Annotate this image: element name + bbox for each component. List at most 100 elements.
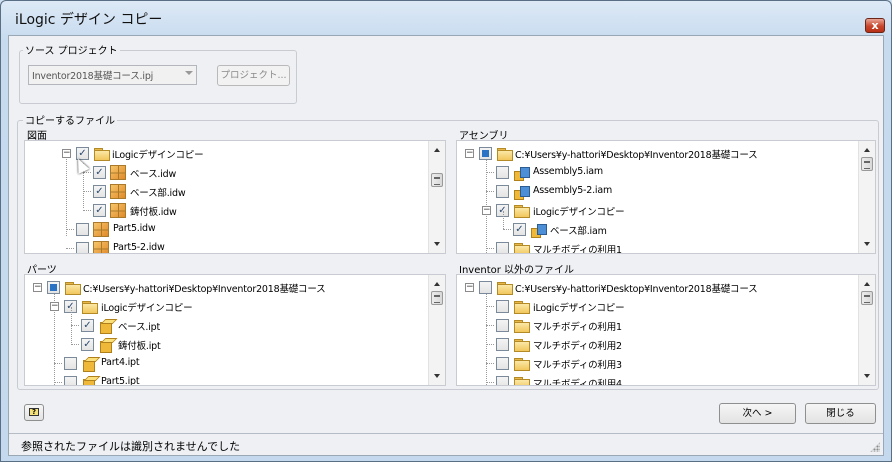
collapse-icon[interactable]: − xyxy=(465,149,474,158)
scroll-up-icon[interactable] xyxy=(434,282,440,286)
row-checkbox[interactable] xyxy=(496,376,509,385)
drawing-file-icon xyxy=(93,241,109,253)
non-inventor-files-tree[interactable]: − C:¥Users¥y-hattori¥Desktop¥Inventor201… xyxy=(456,274,876,386)
collapse-icon[interactable]: − xyxy=(482,206,491,215)
scroll-up-icon[interactable] xyxy=(864,282,870,286)
scroll-thumb[interactable] xyxy=(431,291,443,305)
scroll-up-icon[interactable] xyxy=(864,148,870,152)
part-file-icon xyxy=(98,337,114,353)
row-checkbox[interactable]: ✓ xyxy=(93,185,106,198)
tree-row[interactable]: Assembly5-2.iam xyxy=(457,182,858,201)
collapse-icon[interactable]: − xyxy=(50,302,59,311)
tree-item-label: iLogicデザインコピー xyxy=(112,150,204,161)
tree-row[interactable]: ✓ ベース部.idw xyxy=(25,182,428,201)
vertical-scrollbar[interactable] xyxy=(858,141,875,253)
tree-row[interactable]: − ✓ iLogicデザインコピー xyxy=(25,297,428,316)
tree-item-label: Part5.ipt xyxy=(101,376,140,386)
source-project-combo[interactable]: Inventor2018基礎コース.ipj xyxy=(28,65,197,85)
row-checkbox[interactable]: ✓ xyxy=(81,338,94,351)
folder-icon xyxy=(513,203,530,218)
part-file-icon xyxy=(81,375,97,385)
resize-grip-icon[interactable] xyxy=(870,442,880,452)
status-bar: 参照されたファイルは識別されませんでした xyxy=(9,433,883,455)
scroll-down-icon[interactable] xyxy=(434,374,440,378)
tree-row[interactable]: Part5.ipt xyxy=(25,373,428,386)
tree-row[interactable]: マルチボディの利用1 xyxy=(457,239,858,253)
row-checkbox[interactable] xyxy=(496,319,509,332)
row-checkbox[interactable] xyxy=(496,357,509,370)
scroll-thumb[interactable] xyxy=(431,173,443,187)
scroll-down-icon[interactable] xyxy=(434,242,440,246)
tree-row[interactable]: ✓ 鋳付板.idw xyxy=(25,201,428,220)
scroll-thumb[interactable] xyxy=(861,291,873,305)
tree-item-label: iLogicデザインコピー xyxy=(101,303,193,314)
row-checkbox[interactable]: ✓ xyxy=(93,166,106,179)
close-button[interactable]: 閉じる xyxy=(805,403,876,424)
tree-row[interactable]: Part4.ipt xyxy=(25,354,428,373)
tree-row[interactable]: − C:¥Users¥y-hattori¥Desktop¥Inventor201… xyxy=(25,278,428,297)
tree-row[interactable]: ✓ ベース.ipt xyxy=(25,316,428,335)
tree-row[interactable]: − ✓ iLogicデザインコピー xyxy=(457,201,858,220)
row-checkbox[interactable] xyxy=(496,166,509,179)
tree-row[interactable]: マルチボディの利用2 xyxy=(457,335,858,354)
drawings-tree[interactable]: − ✓ iLogicデザインコピー ✓ ベース.idw ✓ ベース部.idw ✓… xyxy=(24,140,446,254)
row-checkbox[interactable]: ✓ xyxy=(93,204,106,217)
row-checkbox[interactable]: ✓ xyxy=(513,223,526,236)
tree-item-label: iLogicデザインコピー xyxy=(533,207,625,218)
parts-tree[interactable]: − C:¥Users¥y-hattori¥Desktop¥Inventor201… xyxy=(24,274,446,386)
row-checkbox[interactable] xyxy=(64,376,77,385)
next-button[interactable]: 次へ > xyxy=(719,403,796,424)
row-checkbox[interactable] xyxy=(64,357,77,370)
tree-row[interactable]: ✓ 鋳付板.ipt xyxy=(25,335,428,354)
folder-icon xyxy=(496,280,513,295)
vertical-scrollbar[interactable] xyxy=(428,275,445,385)
tree-item-label: マルチボディの利用3 xyxy=(533,360,622,371)
row-checkbox[interactable] xyxy=(496,300,509,313)
row-checkbox[interactable] xyxy=(496,338,509,351)
tree-row[interactable]: マルチボディの利用1 xyxy=(457,316,858,335)
collapse-icon[interactable]: − xyxy=(33,283,42,292)
tree-row[interactable]: − C:¥Users¥y-hattori¥Desktop¥Inventor201… xyxy=(457,144,858,163)
dialog-window: iLogic デザイン コピー x ソース プロジェクト Inventor201… xyxy=(0,0,892,462)
row-checkbox[interactable] xyxy=(47,281,60,294)
tree-row[interactable]: − C:¥Users¥y-hattori¥Desktop¥Inventor201… xyxy=(457,278,858,297)
tree-item-label: ベース.ipt xyxy=(118,322,161,333)
dialog-client-area: ソース プロジェクト Inventor2018基礎コース.ipj プロジェクト.… xyxy=(8,35,884,456)
row-checkbox[interactable] xyxy=(496,242,509,253)
row-checkbox[interactable] xyxy=(76,223,89,236)
scroll-down-icon[interactable] xyxy=(864,374,870,378)
tree-row[interactable]: マルチボディの利用3 xyxy=(457,354,858,373)
title-bar[interactable]: iLogic デザイン コピー x xyxy=(1,1,891,35)
files-to-copy-group-title: コピーするファイル xyxy=(23,112,117,127)
row-checkbox[interactable] xyxy=(496,185,509,198)
close-window-button[interactable]: x xyxy=(865,18,885,33)
folder-icon xyxy=(513,241,530,253)
scroll-up-icon[interactable] xyxy=(434,148,440,152)
vertical-scrollbar[interactable] xyxy=(428,141,445,253)
part-file-icon xyxy=(98,318,114,334)
folder-icon xyxy=(64,280,81,295)
row-checkbox[interactable] xyxy=(479,147,492,160)
scroll-down-icon[interactable] xyxy=(864,242,870,246)
tree-row[interactable]: ✓ ベース部.iam xyxy=(457,220,858,239)
collapse-icon[interactable]: − xyxy=(465,283,474,292)
tree-item-label: C:¥Users¥y-hattori¥Desktop¥Inventor2018基… xyxy=(515,150,758,161)
assemblies-tree[interactable]: − C:¥Users¥y-hattori¥Desktop¥Inventor201… xyxy=(456,140,876,254)
tree-row[interactable]: マルチボディの利用4 xyxy=(457,373,858,385)
tree-item-label: ベース部.iam xyxy=(550,226,607,237)
scroll-thumb[interactable] xyxy=(861,157,873,171)
row-checkbox[interactable]: ✓ xyxy=(81,319,94,332)
tree-row[interactable]: iLogicデザインコピー xyxy=(457,297,858,316)
tree-item-label: C:¥Users¥y-hattori¥Desktop¥Inventor2018基… xyxy=(83,284,326,295)
tree-item-label: iLogicデザインコピー xyxy=(533,303,625,314)
row-checkbox[interactable] xyxy=(76,242,89,253)
tree-row[interactable]: Assembly5.iam xyxy=(457,163,858,182)
source-project-group-title: ソース プロジェクト xyxy=(23,42,120,57)
tree-row[interactable]: Part5.idw xyxy=(25,220,428,239)
project-button[interactable]: プロジェクト... xyxy=(217,65,290,86)
tree-row[interactable]: Part5-2.idw xyxy=(25,239,428,253)
row-checkbox[interactable] xyxy=(479,281,492,294)
help-button[interactable]: ? xyxy=(24,404,44,421)
vertical-scrollbar[interactable] xyxy=(858,275,875,385)
collapse-icon[interactable]: − xyxy=(62,149,71,158)
